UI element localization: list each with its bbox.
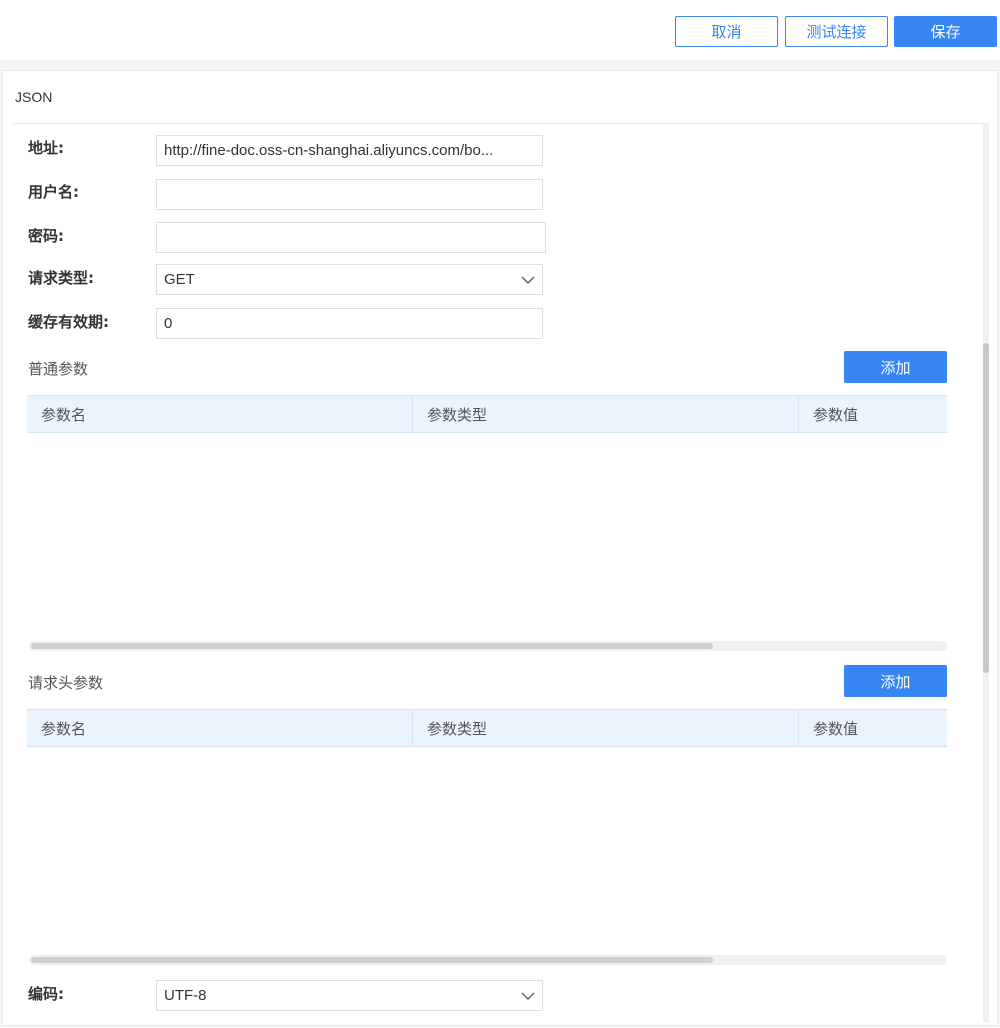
column-header-param-name: 参数名 — [27, 710, 413, 746]
encoding-value: UTF-8 — [164, 987, 207, 1004]
column-header-param-value: 参数值 — [813, 405, 859, 424]
json-config-panel: JSON 地址: http://fine-doc.oss-cn-shanghai… — [2, 70, 998, 1026]
scrollbar-thumb[interactable] — [31, 957, 713, 963]
save-button[interactable]: 保存 — [894, 16, 997, 47]
chevron-down-icon — [521, 275, 535, 284]
request-type-label: 请求类型: — [28, 269, 94, 287]
cache-period-value: 0 — [164, 315, 173, 332]
params-section-title: 普通参数 — [28, 360, 89, 378]
encoding-select[interactable]: UTF-8 — [156, 980, 543, 1011]
password-label: 密码: — [28, 227, 64, 245]
cache-period-input[interactable]: 0 — [156, 308, 543, 339]
password-input[interactable] — [156, 222, 546, 253]
scrollbar-thumb[interactable] — [31, 643, 713, 649]
username-label: 用户名: — [28, 183, 79, 201]
top-toolbar: 取消 测试连接 保存 — [0, 0, 1000, 60]
request-type-value: GET — [164, 271, 195, 288]
headers-section-title: 请求头参数 — [28, 674, 104, 692]
request-type-select[interactable]: GET — [156, 264, 543, 295]
params-table-header: 参数名 参数类型 参数值 — [27, 395, 947, 433]
column-header-param-type: 参数类型 — [413, 396, 799, 432]
address-label: 地址: — [28, 139, 64, 157]
panel-title: JSON — [15, 89, 53, 105]
cancel-button[interactable]: 取消 — [675, 16, 778, 47]
column-header-param-value: 参数值 — [813, 719, 859, 738]
column-header-param-type: 参数类型 — [413, 710, 799, 746]
scrollbar-thumb[interactable] — [983, 343, 989, 673]
address-value: http://fine-doc.oss-cn-shanghai.aliyuncs… — [164, 142, 494, 159]
panel-vertical-scrollbar[interactable] — [981, 123, 991, 1023]
address-input[interactable]: http://fine-doc.oss-cn-shanghai.aliyuncs… — [156, 135, 543, 166]
test-connection-button[interactable]: 测试连接 — [785, 16, 888, 47]
add-param-button[interactable]: 添加 — [844, 351, 947, 383]
username-input[interactable] — [156, 179, 543, 210]
encoding-label: 编码: — [28, 985, 64, 1003]
add-header-button[interactable]: 添加 — [844, 665, 947, 697]
divider — [13, 123, 989, 124]
column-header-param-name: 参数名 — [27, 396, 413, 432]
cache-period-label: 缓存有效期: — [28, 313, 109, 331]
params-table-horizontal-scrollbar[interactable] — [29, 641, 947, 651]
headers-table-horizontal-scrollbar[interactable] — [29, 955, 947, 965]
headers-table-header: 参数名 参数类型 参数值 — [27, 709, 947, 747]
chevron-down-icon — [521, 991, 535, 1000]
